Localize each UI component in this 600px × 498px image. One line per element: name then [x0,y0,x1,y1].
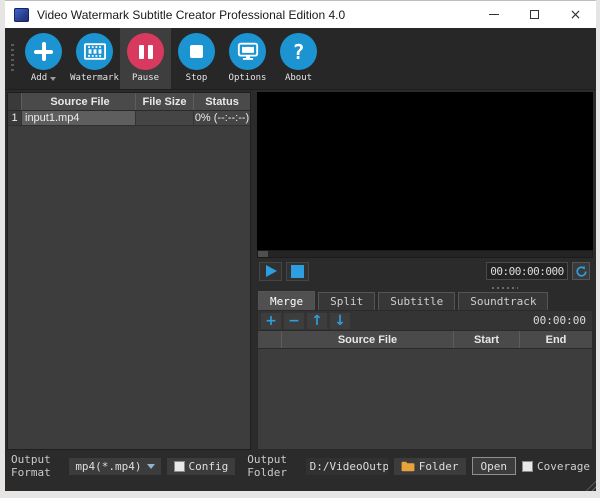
toolbar-grip[interactable] [10,44,15,73]
file-size-cell [136,111,194,125]
pause-icon [127,33,164,70]
file-size-column-header[interactable]: File Size [136,93,194,110]
stop-playback-button[interactable] [286,262,309,281]
stop-small-icon [291,265,304,278]
maximize-icon [530,10,539,19]
folder-icon [401,461,415,472]
row-number-header [8,93,22,110]
tab-merge[interactable]: Merge [258,291,315,310]
source-file-column-header[interactable]: Source File [22,93,136,110]
clip-start-header[interactable]: Start [454,331,520,348]
row-number-cell: 1 [8,111,22,125]
app-window: Video Watermark Subtitle Creator Profess… [0,0,600,498]
output-format-label: Output Format [11,453,63,479]
add-dropdown-icon[interactable] [50,77,56,81]
minimize-button[interactable] [473,1,514,28]
play-icon [266,265,277,277]
table-row[interactable]: 1 input1.mp4 0% (--:--:--) [8,111,250,126]
plus-icon [25,33,62,70]
status-column-header[interactable]: Status [194,93,250,110]
output-format-select[interactable]: mp4(*.mp4) [69,458,160,475]
coverage-label: Coverage [537,460,590,473]
about-button[interactable]: ? About [273,28,324,89]
options-label: Options [229,73,267,83]
coverage-checkbox[interactable] [522,461,533,472]
folder-button[interactable]: Folder [394,458,466,475]
app-icon [14,8,29,22]
playback-controls: 00:00:00:000 [257,258,593,284]
close-icon: × [570,8,582,22]
output-format-value: mp4(*.mp4) [75,460,141,473]
tab-subtitle[interactable]: Subtitle [378,292,455,310]
seek-thumb[interactable] [258,251,268,257]
move-down-button[interactable]: ↓ [330,313,350,329]
open-button[interactable]: Open [472,457,517,475]
coverage-toggle[interactable]: Coverage [522,460,590,473]
output-folder-label: Output Folder [247,453,299,479]
add-label: Add [31,73,56,83]
window-controls: × [473,1,596,28]
add-clip-button[interactable]: + [261,313,281,329]
about-label: About [285,73,312,83]
watermark-button[interactable]: Watermark [69,28,120,89]
config-toggle[interactable]: Config [167,458,236,475]
clip-tabs: Merge Split Subtitle Soundtrack [257,291,593,310]
clip-table-body [257,349,593,450]
clip-table-header: Source File Start End [257,331,593,349]
tab-soundtrack[interactable]: Soundtrack [458,292,548,310]
config-label: Config [189,460,229,473]
pause-label: Pause [132,73,159,83]
source-file-panel: Source File File Size Status 1 input1.mp… [7,92,251,450]
main-toolbar: Add Watermark Pause [5,28,596,90]
main-area: Source File File Size Status 1 input1.mp… [5,91,596,452]
folder-button-label: Folder [419,460,459,473]
timecode-display: 00:00:00:000 [486,262,568,280]
config-checkbox[interactable] [174,461,185,472]
add-button[interactable]: Add [18,28,69,89]
options-button[interactable]: Options [222,28,273,89]
title-bar: Video Watermark Subtitle Creator Profess… [5,0,596,28]
monitor-icon [229,33,266,70]
bottom-bar: Output Format mp4(*.mp4) Config Output F… [5,452,596,480]
clip-source-file-header[interactable]: Source File [282,331,454,348]
play-button[interactable] [259,262,282,281]
filmstrip-icon [76,33,113,70]
panel-splitter[interactable] [257,284,593,291]
status-cell: 0% (--:--:--) [194,111,250,125]
stop-label: Stop [186,73,208,83]
chevron-down-icon [147,464,155,469]
pause-button[interactable]: Pause [120,28,171,89]
refresh-button[interactable] [572,262,590,280]
seek-bar[interactable] [257,250,593,258]
move-up-button[interactable]: ↑ [307,313,327,329]
remove-clip-button[interactable]: − [284,313,304,329]
stop-button[interactable]: Stop [171,28,222,89]
clip-toolbar: + − ↑ ↓ 00:00:00 [257,310,593,331]
file-table-header: Source File File Size Status [8,93,250,111]
minimize-icon [489,14,499,15]
close-button[interactable]: × [555,1,596,28]
window-title: Video Watermark Subtitle Creator Profess… [37,8,345,22]
source-file-cell[interactable]: input1.mp4 [22,111,136,125]
video-preview [257,92,593,250]
clip-number-header [258,331,282,348]
refresh-icon [575,265,588,278]
watermark-label: Watermark [70,73,119,83]
stop-icon [178,33,215,70]
maximize-button[interactable] [514,1,555,28]
clip-end-header[interactable]: End [520,331,592,348]
total-duration: 00:00:00 [533,314,589,327]
preview-panel: 00:00:00:000 Merge Split Subtitle Soundt… [257,92,593,450]
tab-split[interactable]: Split [318,292,375,310]
question-icon: ? [280,33,317,70]
output-folder-field[interactable]: D:/VideoOutput [306,458,388,475]
client-area: Add Watermark Pause [5,28,596,491]
